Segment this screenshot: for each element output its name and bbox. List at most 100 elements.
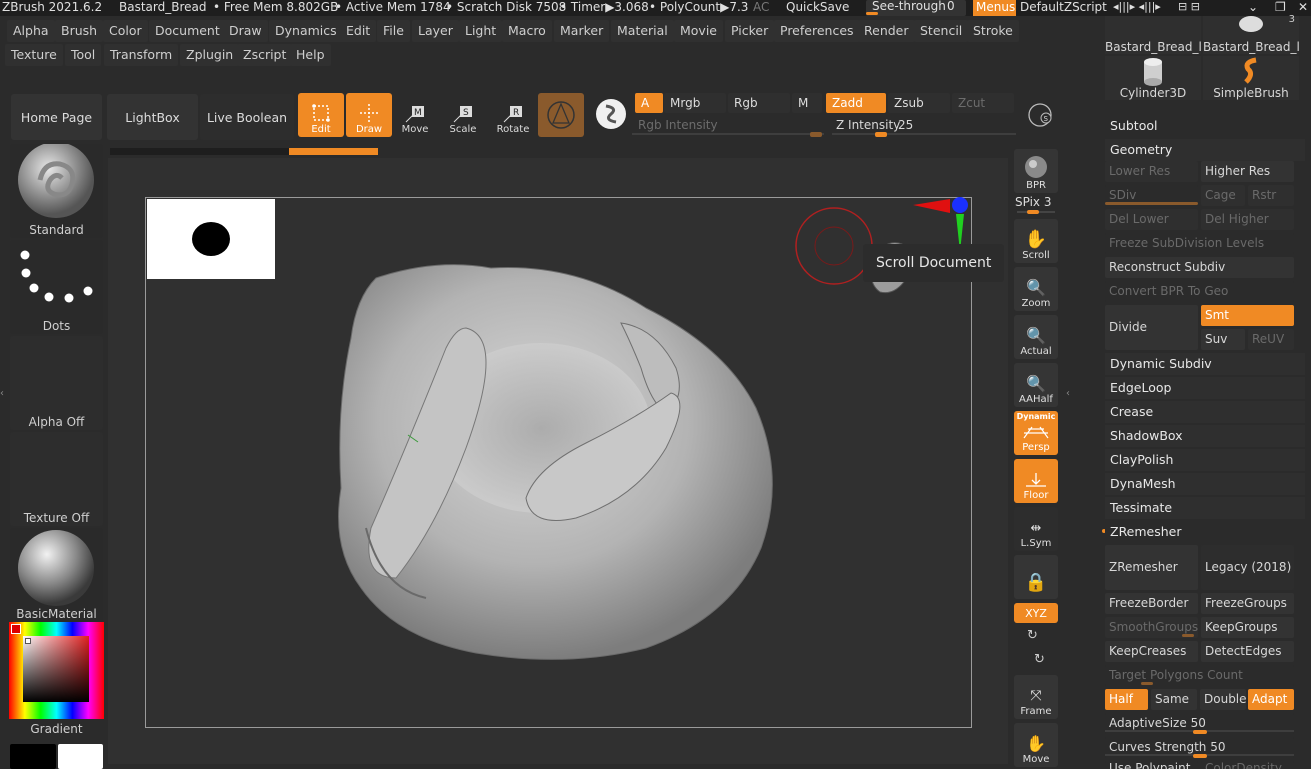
crease-header[interactable]: Crease bbox=[1105, 401, 1305, 423]
adapt-button[interactable]: Adapt bbox=[1248, 689, 1294, 710]
adaptivesize-slider[interactable]: AdaptiveSize 50 bbox=[1105, 713, 1294, 734]
menu-light[interactable]: Light bbox=[459, 20, 503, 42]
tool-thumb-simplebrush[interactable]: SimpleBrush bbox=[1203, 56, 1299, 100]
menus-button[interactable]: Menus bbox=[973, 0, 1016, 16]
menu-texture[interactable]: Texture bbox=[5, 44, 63, 66]
legacy-button[interactable]: Legacy (2018) bbox=[1201, 545, 1294, 590]
claypolish-header[interactable]: ClayPolish bbox=[1105, 449, 1305, 471]
reconstruct-subdiv-button[interactable]: Reconstruct Subdiv bbox=[1105, 257, 1294, 278]
minimize-icon[interactable]: ⌄ bbox=[1248, 0, 1258, 14]
same-button[interactable]: Same bbox=[1151, 689, 1197, 710]
polypaint-button[interactable] bbox=[588, 93, 634, 137]
move-button[interactable]: M Move bbox=[392, 93, 438, 137]
m-button[interactable]: M bbox=[792, 93, 822, 113]
rotate-y-icon[interactable]: ↻ bbox=[1027, 628, 1038, 643]
rstr-button[interactable]: Rstr bbox=[1248, 185, 1294, 206]
viewport[interactable]: Scroll Document bbox=[108, 158, 1008, 764]
scale-button[interactable]: S Scale bbox=[440, 93, 486, 137]
tool-thumb-cylinder[interactable]: Cylinder3D bbox=[1105, 56, 1201, 100]
menu-marker[interactable]: Marker bbox=[554, 20, 610, 42]
sculptris-button[interactable] bbox=[538, 93, 584, 137]
menu-color[interactable]: Color bbox=[103, 20, 148, 42]
dynamic-subdiv-header[interactable]: Dynamic Subdiv bbox=[1105, 353, 1305, 375]
del-higher-button[interactable]: Del Higher bbox=[1201, 209, 1294, 230]
draw-button[interactable]: Draw bbox=[346, 93, 392, 137]
target-polygons-slider[interactable]: Target Polygons Count bbox=[1105, 665, 1294, 686]
cage-button[interactable]: Cage bbox=[1201, 185, 1245, 206]
scroll-button[interactable]: ✋ Scroll bbox=[1014, 219, 1058, 263]
reuv-button[interactable]: ReUV bbox=[1248, 329, 1294, 350]
lightbox-button[interactable]: LightBox bbox=[107, 94, 198, 140]
edit-button[interactable]: Edit bbox=[298, 93, 344, 137]
color-picker[interactable] bbox=[9, 622, 104, 719]
menu-alpha[interactable]: Alpha bbox=[7, 20, 55, 42]
menu-stencil[interactable]: Stencil bbox=[914, 20, 969, 42]
keepcreases-button[interactable]: KeepCreases bbox=[1105, 641, 1198, 662]
rgb-intensity-slider[interactable]: Rgb Intensity bbox=[632, 116, 824, 138]
suv-button[interactable]: Suv bbox=[1201, 329, 1245, 350]
smt-button[interactable]: Smt bbox=[1201, 305, 1294, 326]
a-channel-button[interactable]: A bbox=[635, 93, 663, 113]
zremesher-button[interactable]: ZRemesher bbox=[1105, 545, 1198, 590]
geometry-header[interactable]: Geometry bbox=[1105, 139, 1305, 161]
home-page-button[interactable]: Home Page bbox=[11, 94, 102, 140]
shadowbox-header[interactable]: ShadowBox bbox=[1105, 425, 1305, 447]
del-lower-button[interactable]: Del Lower bbox=[1105, 209, 1198, 230]
lower-res-button[interactable]: Lower Res bbox=[1105, 161, 1198, 182]
rotate-z-icon[interactable]: ↻ bbox=[1034, 652, 1045, 667]
zsub-button[interactable]: Zsub bbox=[888, 93, 950, 113]
menu-picker[interactable]: Picker bbox=[725, 20, 775, 42]
menu-zscript[interactable]: Zscript bbox=[237, 44, 293, 66]
divide-button[interactable]: Divide bbox=[1105, 305, 1198, 350]
zremesher-header[interactable]: ZRemesher bbox=[1105, 521, 1305, 543]
higher-res-button[interactable]: Higher Res bbox=[1201, 161, 1294, 182]
zcut-button[interactable]: Zcut bbox=[952, 93, 1014, 113]
tool-thumb-2[interactable]: 3 Bastard_Bread_l bbox=[1203, 14, 1299, 54]
detectedges-button[interactable]: DetectEdges bbox=[1201, 641, 1294, 662]
floor-button[interactable]: Floor bbox=[1014, 459, 1058, 503]
gradient-label[interactable]: Gradient bbox=[10, 722, 103, 738]
keepgroups-button[interactable]: KeepGroups bbox=[1201, 617, 1294, 638]
menu-document[interactable]: Document bbox=[149, 20, 226, 42]
bpr-button[interactable]: BPR bbox=[1014, 149, 1058, 193]
close-icon[interactable]: ✕ bbox=[1298, 0, 1308, 14]
z-intensity-slider[interactable]: Z Intensity 25 bbox=[832, 116, 1016, 138]
alpha-selector[interactable]: Alpha Off bbox=[10, 336, 103, 430]
half-button[interactable]: Half bbox=[1105, 689, 1148, 710]
menu-file[interactable]: File bbox=[377, 20, 410, 42]
double-button[interactable]: Double bbox=[1200, 689, 1246, 710]
restore-icon[interactable]: ❐ bbox=[1275, 0, 1286, 14]
edgeloop-header[interactable]: EdgeLoop bbox=[1105, 377, 1305, 399]
freeze-subdiv-button[interactable]: Freeze SubDivision Levels bbox=[1105, 233, 1294, 254]
quicksave-button[interactable]: QuickSave bbox=[786, 0, 849, 14]
seethrough-slider[interactable]: See-through 0 bbox=[866, 0, 966, 16]
menu-brush[interactable]: Brush bbox=[55, 20, 104, 42]
stroke-selector[interactable]: Dots bbox=[10, 240, 103, 334]
default-zscript[interactable]: DefaultZScript bbox=[1020, 0, 1107, 14]
menu-tool[interactable]: Tool bbox=[65, 44, 102, 66]
persp-button[interactable]: Dynamic Persp bbox=[1014, 411, 1058, 455]
menu-layer[interactable]: Layer bbox=[412, 20, 459, 42]
texture-selector[interactable]: Texture Off bbox=[10, 432, 103, 526]
left-tray-toggle-icon[interactable]: ‹ bbox=[0, 388, 6, 408]
saturation-square[interactable] bbox=[23, 636, 89, 702]
menu-render[interactable]: Render bbox=[858, 20, 915, 42]
zoom-button[interactable]: 🔍 Zoom bbox=[1014, 267, 1058, 311]
menu-material[interactable]: Material bbox=[611, 20, 674, 42]
layout-icon[interactable]: ◂|||▸ ◂|||▸ bbox=[1113, 0, 1161, 14]
menu-edit[interactable]: Edit bbox=[340, 20, 377, 42]
lock-button[interactable]: 🔒 bbox=[1014, 555, 1058, 599]
curves-strength-slider[interactable]: Curves Strength 50 bbox=[1105, 737, 1294, 758]
tool-thumb-1[interactable]: Bastard_Bread_l bbox=[1105, 16, 1201, 54]
right-tray-toggle-icon[interactable]: ‹ bbox=[1066, 388, 1072, 408]
material-selector[interactable]: BasicMaterial bbox=[10, 528, 103, 622]
main-color-swatch[interactable] bbox=[11, 624, 21, 634]
lsym-button[interactable]: ⇹ L.Sym bbox=[1014, 507, 1058, 551]
spix-slider[interactable]: SPix 3 bbox=[1015, 195, 1059, 215]
tessimate-header[interactable]: Tessimate bbox=[1105, 497, 1305, 519]
convert-bpr-button[interactable]: Convert BPR To Geo bbox=[1105, 281, 1294, 302]
freezeborder-button[interactable]: FreezeBorder bbox=[1105, 593, 1198, 614]
frame-button[interactable]: ⤧ Frame bbox=[1014, 675, 1058, 719]
actual-button[interactable]: 🔍 Actual bbox=[1014, 315, 1058, 359]
rotate-button[interactable]: R Rotate bbox=[490, 93, 536, 137]
